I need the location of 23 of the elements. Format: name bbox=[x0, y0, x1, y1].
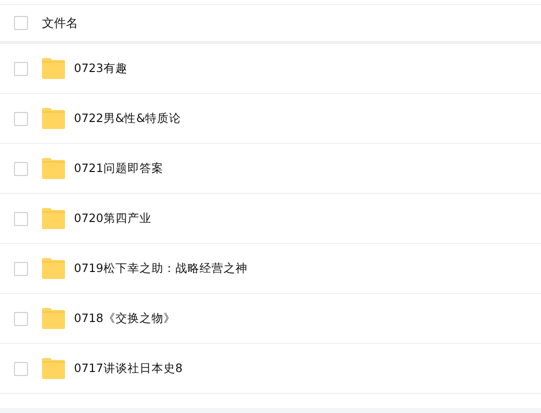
row-checkbox[interactable] bbox=[14, 362, 28, 376]
folder-name[interactable]: 0717讲谈社日本史8 bbox=[74, 361, 183, 376]
row-checkbox[interactable] bbox=[14, 212, 28, 226]
folder-icon bbox=[42, 358, 65, 379]
row-checkbox[interactable] bbox=[14, 62, 28, 76]
row-checkbox[interactable] bbox=[14, 262, 28, 276]
select-all-checkbox[interactable] bbox=[14, 16, 28, 30]
row-checkbox[interactable] bbox=[14, 312, 28, 326]
folder-name[interactable]: 0720第四产业 bbox=[74, 211, 152, 226]
folder-icon bbox=[42, 158, 65, 179]
folder-name[interactable]: 0718《交换之物》 bbox=[74, 311, 176, 326]
folder-icon bbox=[42, 308, 65, 329]
row-checkbox[interactable] bbox=[14, 162, 28, 176]
folder-name[interactable]: 0719松下幸之助：战略经营之神 bbox=[74, 261, 248, 276]
column-header[interactable]: 文件名 bbox=[42, 14, 78, 32]
row-checkbox[interactable] bbox=[14, 112, 28, 126]
folder-icon bbox=[42, 258, 65, 279]
folder-name[interactable]: 0723有趣 bbox=[74, 61, 128, 76]
folder-icon bbox=[42, 58, 65, 79]
folder-icon bbox=[42, 108, 65, 129]
folder-icon bbox=[42, 208, 65, 229]
folder-name[interactable]: 0721问题即答案 bbox=[74, 161, 164, 176]
folder-name[interactable]: 0722男&性&特质论 bbox=[74, 111, 182, 126]
